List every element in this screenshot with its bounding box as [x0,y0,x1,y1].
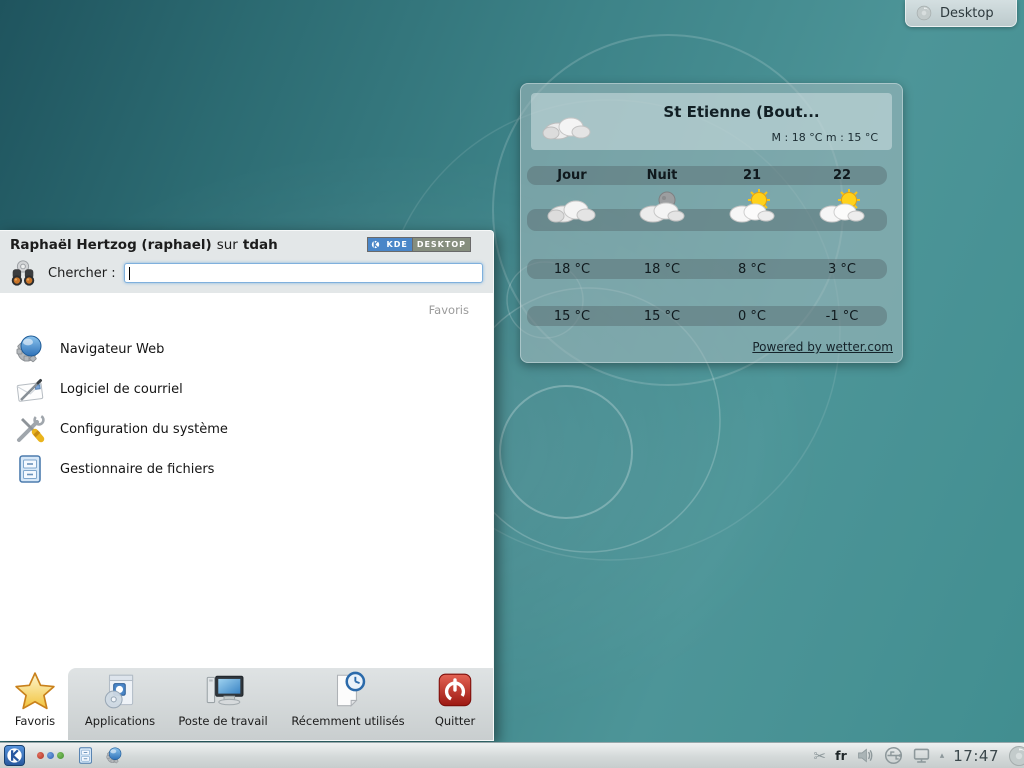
star-icon [14,670,56,712]
user-fullname: Raphaël Hertzog (raphael) [10,237,212,253]
tab-applications[interactable]: Applications [70,666,170,740]
kickoff-menu: Raphaël Hertzog (raphael) sur tdah KDE D… [0,230,494,741]
kickoff-search-row: Chercher : [0,259,493,293]
plasma-cashew-icon [916,5,932,21]
wetter-com-link[interactable]: Powered by wetter.com [752,340,893,354]
high-temp: 3 °C [797,262,887,277]
high-temp: 18 °C [527,262,617,277]
favorites-list: Navigateur Web Logiciel de courriel Conf… [0,329,493,489]
mail-client-icon [14,373,46,405]
kickoff-tab-bar: Favoris Applications Poste de travail Ré… [0,666,493,740]
search-input[interactable] [124,263,483,283]
network-monitor-icon[interactable] [912,746,931,765]
weather-col-21: 21 [707,168,797,183]
forecast-cloudy-icon [546,188,598,224]
kde-desktop-badge: KDE DESKTOP [367,237,472,252]
tab-recently-used[interactable]: Récemment utilisés [276,666,420,740]
weather-high-temps: 18 °C 18 °C 8 °C 3 °C [527,259,887,279]
web-browser-launcher-icon[interactable] [105,746,124,765]
kickoff-favorites-view: Favoris Navigateur Web Logiciel de courr… [0,293,493,666]
favorite-label: Configuration du système [60,422,228,437]
user-connector: sur [217,237,238,253]
tab-leave[interactable]: Quitter [420,666,490,740]
file-manager-icon [14,453,46,485]
tab-favorites[interactable]: Favoris [2,666,68,740]
favorite-item-web-browser[interactable]: Navigateur Web [0,329,493,369]
file-manager-launcher-icon[interactable] [76,746,95,765]
hostname: tdah [243,237,278,253]
computer-icon [202,670,244,712]
weather-location-title: St Etienne (Bout... [601,103,882,121]
favorite-label: Logiciel de courriel [60,382,183,397]
web-browser-icon [14,333,46,365]
search-binoculars-icon [8,258,38,288]
weather-forecast-icons [527,188,887,228]
high-temp: 18 °C [617,262,707,277]
badge-desktop-text: DESKTOP [412,238,470,251]
digital-clock[interactable]: 17:47 [953,747,999,765]
weather-low-temps: 15 °C 15 °C 0 °C -1 °C [527,306,887,326]
favorite-item-mail-client[interactable]: Logiciel de courriel [0,369,493,409]
pager-dots-icon[interactable] [35,752,66,759]
panel-launchers [0,745,124,766]
bottom-panel: ✂ fr ▴ 17:47 [0,742,1024,768]
forecast-sun-cloud-icon [816,188,868,224]
panel-cashew-icon[interactable] [1008,745,1024,767]
favorite-label: Gestionnaire de fichiers [60,462,214,477]
favorite-item-file-manager[interactable]: Gestionnaire de fichiers [0,449,493,489]
forecast-sun-cloud-icon [726,188,778,224]
weather-minmax: M : 18 °C m : 15 °C [772,131,878,144]
desktop-folder-label: Desktop [940,6,994,21]
system-settings-icon [14,413,46,445]
high-temp: 8 °C [707,262,797,277]
tab-label: Favoris [15,714,55,728]
low-temp: 0 °C [707,309,797,324]
weather-col-22: 22 [797,168,887,183]
kickoff-user-header: Raphaël Hertzog (raphael) sur tdah KDE D… [0,231,493,259]
tab-label: Applications [85,714,155,728]
kde-logo-icon [368,238,383,251]
tab-label: Quitter [435,714,475,728]
tab-label: Récemment utilisés [291,714,404,728]
keyboard-layout-indicator[interactable]: fr [835,748,847,763]
favorite-label: Navigateur Web [60,342,164,357]
low-temp: 15 °C [617,309,707,324]
tab-computer[interactable]: Poste de travail [170,666,276,740]
weather-col-day: Jour [527,168,617,183]
weather-column-headers: Jour Nuit 21 22 [527,166,887,185]
low-temp: 15 °C [527,309,617,324]
shutdown-power-icon [434,670,476,712]
tab-label: Poste de travail [178,714,267,728]
system-tray: ✂ fr ▴ 17:47 [814,745,1024,767]
forecast-cloudy-night-icon [636,188,688,224]
text-caret [129,267,130,280]
kde-menu-button[interactable] [4,745,25,766]
search-label: Chercher : [48,266,116,281]
low-temp: -1 °C [797,309,887,324]
clipboard-scissors-icon[interactable]: ✂ [814,747,827,765]
recent-documents-clock-icon [327,670,369,712]
weather-widget: St Etienne (Bout... M : 18 °C m : 15 °C … [520,83,903,363]
weather-col-night: Nuit [617,168,707,183]
tray-expand-arrow-icon[interactable]: ▴ [940,751,945,761]
favorites-section-label: Favoris [429,303,469,317]
desktop-folder-widget[interactable]: Desktop [905,0,1017,27]
current-weather-cloudy-icon [539,105,595,141]
favorite-item-system-settings[interactable]: Configuration du système [0,409,493,449]
application-box-icon [99,670,141,712]
volume-speaker-icon[interactable] [856,746,875,765]
badge-kde-text: KDE [383,238,412,251]
weather-header: St Etienne (Bout... M : 18 °C m : 15 °C [531,93,892,150]
device-notifier-usb-icon[interactable] [884,746,903,765]
